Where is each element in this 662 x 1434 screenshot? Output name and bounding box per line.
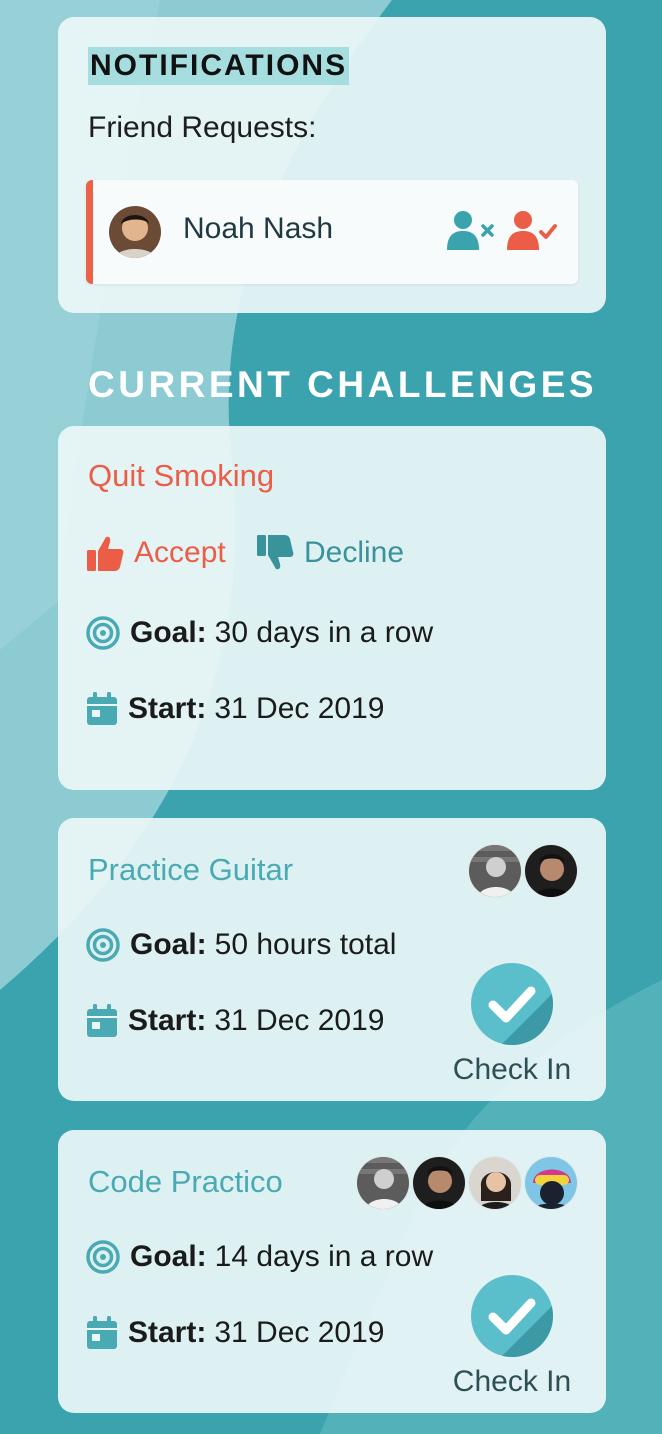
check-icon: [471, 963, 553, 1045]
decline-label: Decline: [304, 536, 405, 569]
challenge-title: Code Practico: [88, 1164, 283, 1199]
challenge-title: Practice Guitar: [88, 852, 294, 887]
challenge-card: Code Practico Goal: 14 days in a row Sta…: [58, 1130, 606, 1413]
user-x-icon: [447, 211, 494, 250]
start-label: Start:: [128, 692, 207, 725]
check-in-button[interactable]: Check In: [450, 963, 574, 1087]
current-challenges-title: CURRENT CHALLENGES: [88, 364, 598, 405]
goal-label: Goal:: [130, 928, 207, 961]
avatar[interactable]: [524, 1156, 578, 1210]
notifications-card: NOTIFICATIONS Friend Requests: Noah Nash: [58, 17, 606, 313]
avatar[interactable]: [524, 844, 578, 898]
avatar[interactable]: [468, 1156, 522, 1210]
avatar[interactable]: [412, 1156, 466, 1210]
notifications-title: NOTIFICATIONS: [88, 47, 350, 85]
challenge-card: Practice Guitar Goal: 50 hours total Sta…: [58, 818, 606, 1101]
calendar-icon: [87, 692, 117, 725]
friend-name: Noah Nash: [183, 212, 334, 245]
thumbs-down-icon: [257, 535, 294, 570]
challenge-title: Quit Smoking: [88, 458, 275, 493]
goal-value: 50 hours total: [214, 928, 397, 961]
calendar-icon: [87, 1004, 117, 1037]
start-label: Start:: [128, 1004, 207, 1037]
goal-label: Goal:: [130, 616, 207, 649]
accept-label: Accept: [134, 536, 226, 569]
avatar[interactable]: [356, 1156, 410, 1210]
start-value: 31 Dec 2019: [214, 1004, 385, 1037]
friend-request-item: Noah Nash: [86, 180, 578, 284]
avatar[interactable]: [109, 206, 161, 258]
challenge-card: Quit Smoking Accept Decline Goal: 30 day…: [58, 426, 606, 790]
check-in-label: Check In: [452, 1053, 572, 1086]
start-label: Start:: [128, 1316, 207, 1349]
goal-label: Goal:: [130, 1240, 207, 1273]
calendar-icon: [87, 1316, 117, 1349]
goal-row: Goal: 50 hours total: [86, 928, 396, 962]
accept-challenge-button[interactable]: Accept: [86, 532, 226, 574]
user-check-icon: [507, 211, 557, 250]
goal-value: 30 days in a row: [214, 616, 434, 649]
check-icon: [471, 1275, 553, 1357]
accept-friend-button[interactable]: [507, 210, 557, 252]
thumbs-up-icon: [87, 536, 124, 571]
check-in-label: Check In: [452, 1365, 572, 1398]
start-value: 31 Dec 2019: [214, 1316, 385, 1349]
start-row: Start: 31 Dec 2019: [86, 1316, 384, 1350]
start-row: Start: 31 Dec 2019: [86, 1004, 384, 1038]
target-icon: [86, 616, 120, 650]
participant-avatars: [354, 1156, 578, 1210]
start-row: Start: 31 Dec 2019: [86, 692, 384, 726]
target-icon: [86, 928, 120, 962]
decline-friend-button[interactable]: [447, 210, 495, 252]
participant-avatars: [466, 844, 578, 898]
start-value: 31 Dec 2019: [214, 692, 385, 725]
goal-value: 14 days in a row: [214, 1240, 434, 1273]
avatar[interactable]: [468, 844, 522, 898]
goal-row: Goal: 14 days in a row: [86, 1240, 433, 1274]
target-icon: [86, 1240, 120, 1274]
check-in-button[interactable]: Check In: [450, 1275, 574, 1399]
decline-challenge-button[interactable]: Decline: [256, 532, 404, 574]
friend-requests-label: Friend Requests:: [88, 111, 317, 144]
goal-row: Goal: 30 days in a row: [86, 616, 433, 650]
